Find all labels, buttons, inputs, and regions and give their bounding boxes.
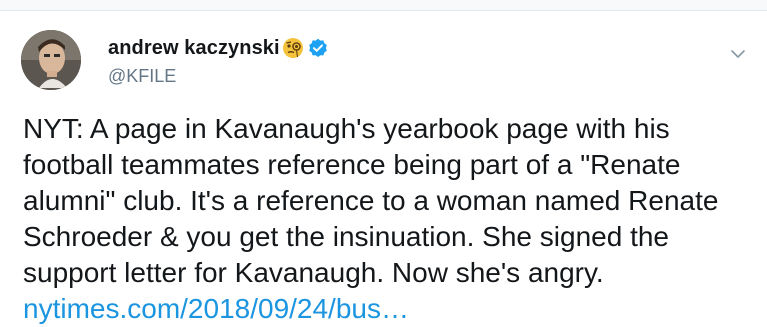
chevron-down-icon[interactable] <box>728 44 748 64</box>
tweet-text-line: NYT: A page in Kavanaugh's yearbook page… <box>23 113 670 144</box>
tweet-text-line: alumni" club. It's a reference to a woma… <box>23 185 719 216</box>
author-handle[interactable]: @KFILE <box>108 66 176 87</box>
author-name-row[interactable]: andrew kaczynski <box>108 36 328 60</box>
tweet-text-line: football teammates reference being part … <box>23 149 681 180</box>
avatar[interactable] <box>21 30 81 90</box>
verified-badge-icon <box>308 38 328 58</box>
tweet-card[interactable]: andrew kaczynski @KFILE NYT: A page in K… <box>0 11 767 324</box>
tweet-text-line: Schroeder & you get the insinuation. She… <box>23 221 669 252</box>
timeline-divider <box>0 0 767 11</box>
author-display-name[interactable]: andrew kaczynski <box>108 37 280 60</box>
face-with-monocle-icon <box>282 37 304 59</box>
tweet-text-line: support letter for Kavanaugh. Now she's … <box>23 257 604 288</box>
article-link[interactable]: nytimes.com/2018/09/24/bus… <box>23 293 409 324</box>
tweet-text: NYT: A page in Kavanaugh's yearbook page… <box>23 111 743 327</box>
avatar-photo <box>21 30 81 90</box>
